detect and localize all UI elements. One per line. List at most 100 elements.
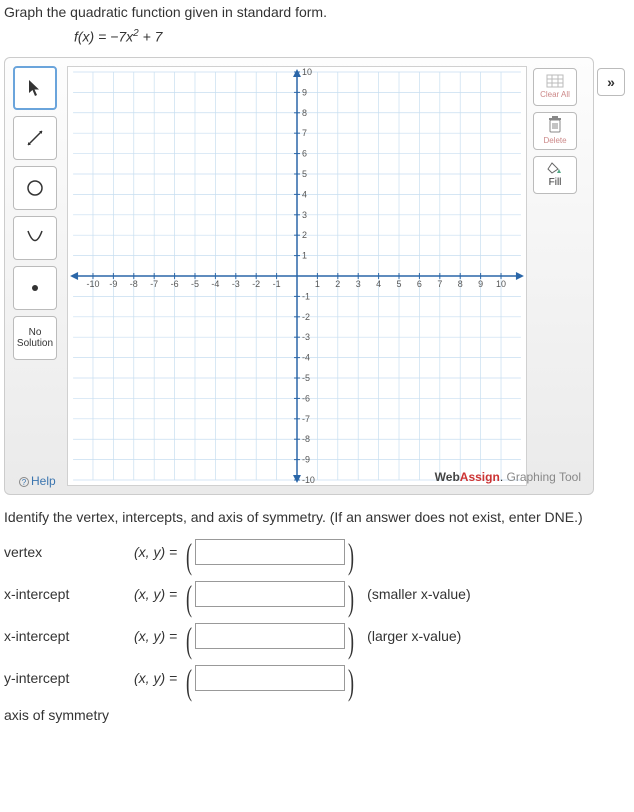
tool-palette: No Solution <box>13 66 63 486</box>
fill-icon <box>546 161 564 175</box>
branding: WebAssign. Graphing Tool <box>435 470 581 484</box>
xint1-row: x-intercept (x, y) = ( ) (smaller x-valu… <box>4 581 634 607</box>
svg-text:6: 6 <box>417 279 422 289</box>
pointer-tool[interactable] <box>13 66 57 110</box>
svg-text:-6: -6 <box>302 393 310 403</box>
svg-text:-3: -3 <box>232 279 240 289</box>
expand-button[interactable]: » <box>597 68 625 96</box>
xint2-row: x-intercept (x, y) = ( ) (larger x-value… <box>4 623 634 649</box>
xint2-hint: (larger x-value) <box>367 628 461 644</box>
graphing-tool-panel: » No Solution <box>4 57 594 495</box>
svg-text:-9: -9 <box>109 279 117 289</box>
xint1-input[interactable] <box>195 581 345 607</box>
nosol-text2: Solution <box>17 338 53 349</box>
vertex-row: vertex (x, y) = ( ) <box>4 539 634 565</box>
delete-button[interactable]: Delete <box>533 112 577 150</box>
svg-text:-3: -3 <box>302 332 310 342</box>
point-tool[interactable] <box>13 266 57 310</box>
svg-text:7: 7 <box>302 128 307 138</box>
xint2-input[interactable] <box>195 623 345 649</box>
svg-text:2: 2 <box>335 279 340 289</box>
svg-text:-7: -7 <box>150 279 158 289</box>
circle-icon <box>25 178 45 198</box>
parabola-icon <box>25 228 45 248</box>
brand-sub: Graphing Tool <box>503 470 581 484</box>
fn-prefix: f(x) = −7x <box>74 29 133 45</box>
svg-text:5: 5 <box>302 169 307 179</box>
svg-text:2: 2 <box>302 230 307 240</box>
trash-icon <box>547 116 563 134</box>
help-text: Help <box>31 474 56 488</box>
svg-text:-2: -2 <box>302 311 310 321</box>
coordinate-plane[interactable]: -10 -9 -8 -7 -6 -5 -4 -3 -2 -1 1 2 3 4 5 6 7 8 9 10 1 2 3 4 5 6 7… <box>67 66 527 486</box>
grid-svg: -10 -9 -8 -7 -6 -5 -4 -3 -2 -1 1 2 3 4 5 6 7 8 9 10 1 2 3 4 5 6 7… <box>68 67 526 485</box>
xint2-xy: (x, y) = <box>134 628 177 644</box>
xint1-xy: (x, y) = <box>134 586 177 602</box>
svg-text:4: 4 <box>302 189 307 199</box>
svg-text:9: 9 <box>302 87 307 97</box>
yint-input[interactable] <box>195 665 345 691</box>
question-prompt: Graph the quadratic function given in st… <box>4 4 634 20</box>
fill-label: Fill <box>549 177 562 188</box>
svg-text:-5: -5 <box>191 279 199 289</box>
no-solution-tool[interactable]: No Solution <box>13 316 57 360</box>
svg-text:8: 8 <box>302 107 307 117</box>
svg-text:-2: -2 <box>252 279 260 289</box>
yint-xy: (x, y) = <box>134 670 177 686</box>
yint-row: y-intercept (x, y) = ( ) <box>4 665 634 691</box>
svg-text:-8: -8 <box>130 279 138 289</box>
axis-label: axis of symmetry <box>4 707 134 723</box>
xint2-label: x-intercept <box>4 628 134 644</box>
svg-text:8: 8 <box>458 279 463 289</box>
svg-text:-9: -9 <box>302 454 310 464</box>
svg-text:-1: -1 <box>302 291 310 301</box>
action-palette: Clear All Delete Fill <box>533 68 583 200</box>
svg-text:6: 6 <box>302 148 307 158</box>
vertex-xy: (x, y) = <box>134 544 177 560</box>
help-link[interactable]: ?Help <box>19 474 56 488</box>
svg-text:5: 5 <box>397 279 402 289</box>
svg-text:9: 9 <box>478 279 483 289</box>
svg-text:1: 1 <box>302 250 307 260</box>
delete-label: Delete <box>543 136 566 145</box>
yint-label: y-intercept <box>4 670 134 686</box>
circle-tool[interactable] <box>13 166 57 210</box>
svg-text:-10: -10 <box>302 475 315 485</box>
vertex-label: vertex <box>4 544 134 560</box>
svg-text:1: 1 <box>315 279 320 289</box>
svg-text:10: 10 <box>302 67 312 77</box>
parabola-tool[interactable] <box>13 216 57 260</box>
vertex-input[interactable] <box>195 539 345 565</box>
svg-text:4: 4 <box>376 279 381 289</box>
xint1-hint: (smaller x-value) <box>367 586 470 602</box>
svg-text:3: 3 <box>302 209 307 219</box>
function-expression: f(x) = −7x2 + 7 <box>74 28 634 45</box>
brand-assign: Assign <box>460 470 500 484</box>
svg-text:10: 10 <box>496 279 506 289</box>
line-icon <box>25 128 45 148</box>
clear-all-button[interactable]: Clear All <box>533 68 577 106</box>
fn-suffix: + 7 <box>139 29 163 45</box>
line-tool[interactable] <box>13 116 57 160</box>
svg-text:-8: -8 <box>302 434 310 444</box>
brand-web: Web <box>435 470 460 484</box>
svg-text:-1: -1 <box>273 279 281 289</box>
svg-text:-4: -4 <box>211 279 219 289</box>
point-icon <box>25 278 45 298</box>
svg-text:-10: -10 <box>87 279 100 289</box>
svg-text:-6: -6 <box>171 279 179 289</box>
nosol-text1: No <box>29 327 42 338</box>
svg-text:3: 3 <box>356 279 361 289</box>
help-icon: ? <box>19 477 29 487</box>
xint1-label: x-intercept <box>4 586 134 602</box>
pointer-icon <box>28 79 42 97</box>
axis-row: axis of symmetry <box>4 707 634 723</box>
svg-text:7: 7 <box>437 279 442 289</box>
fill-button[interactable]: Fill <box>533 156 577 194</box>
identify-prompt: Identify the vertex, intercepts, and axi… <box>4 509 634 525</box>
svg-text:-4: -4 <box>302 352 310 362</box>
svg-text:-5: -5 <box>302 373 310 383</box>
grid-clear-icon <box>546 74 564 88</box>
svg-text:-7: -7 <box>302 413 310 423</box>
clear-label: Clear All <box>540 90 570 99</box>
